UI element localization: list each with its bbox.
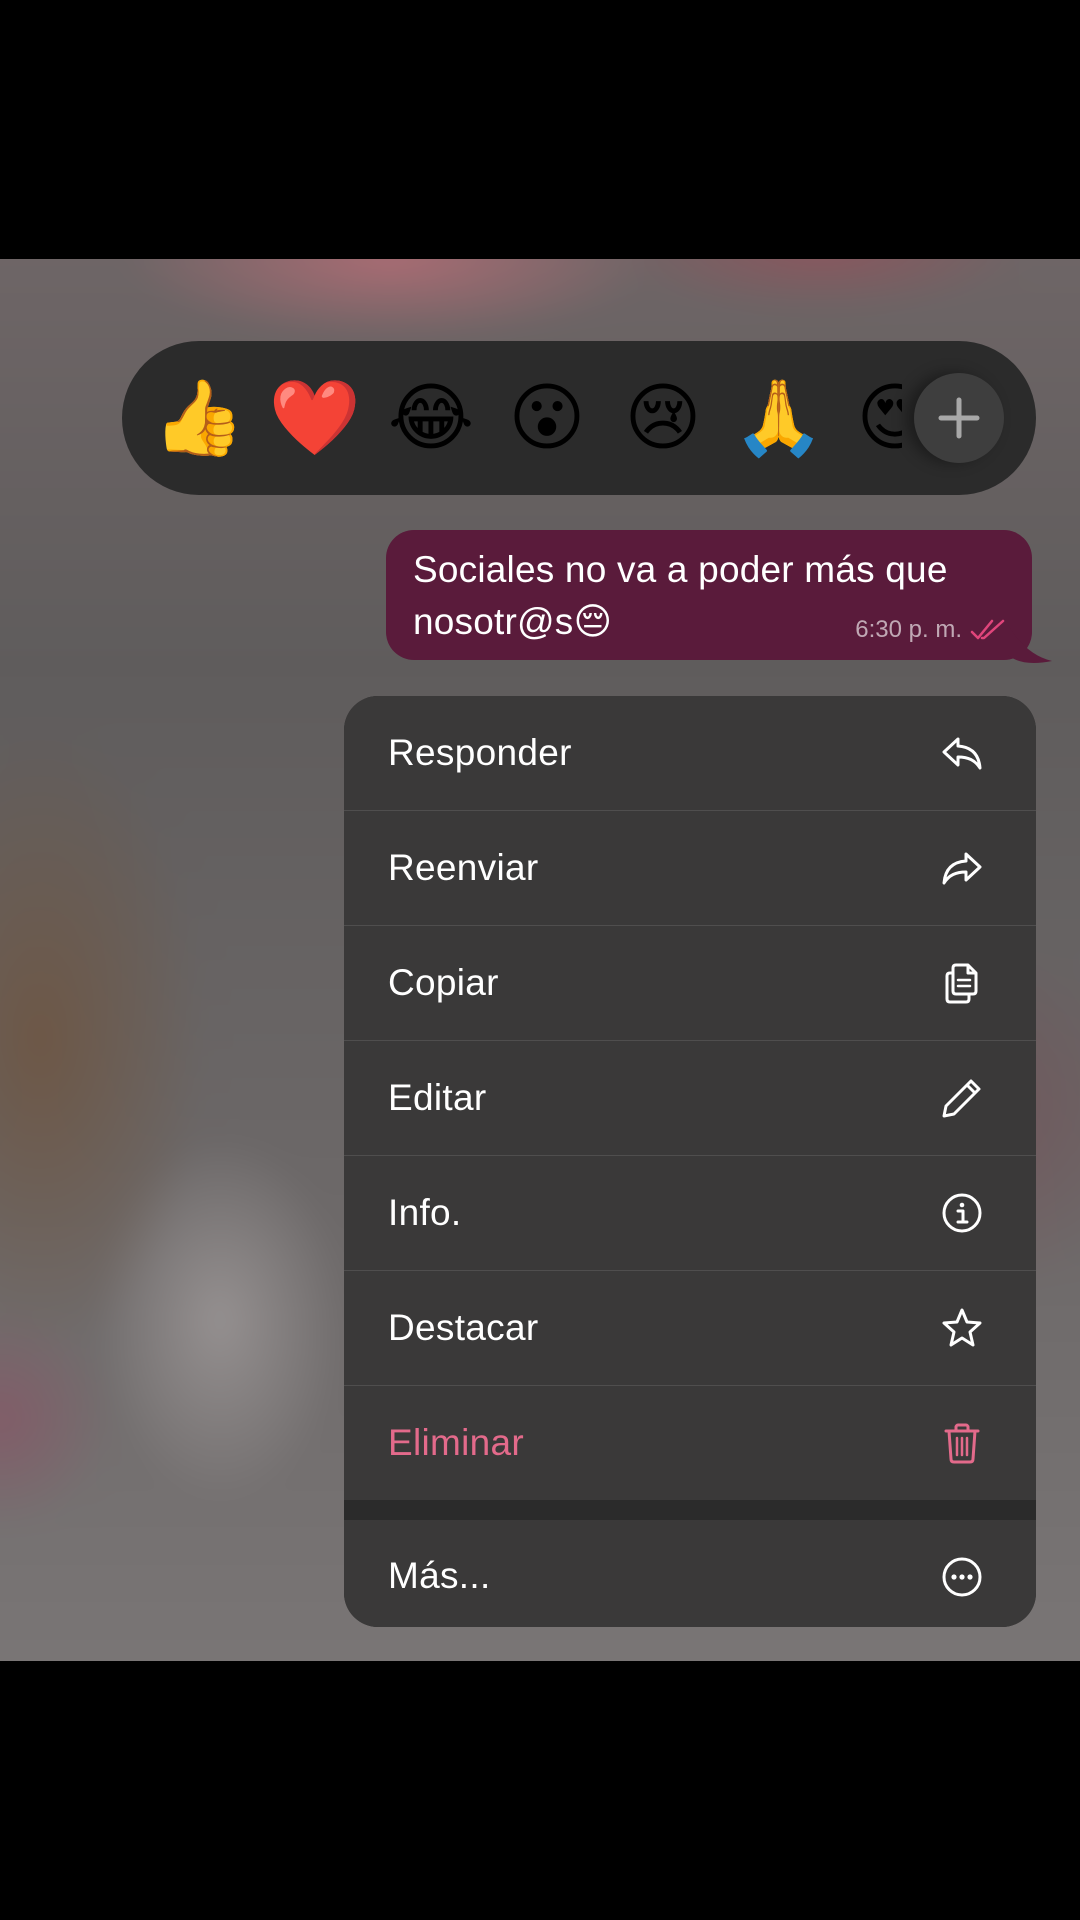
menu-item-label: Copiar	[388, 962, 499, 1003]
menu-item-label: Responder	[388, 732, 572, 773]
reaction-surprised[interactable]: 😮	[500, 371, 594, 465]
menu-item-label: Eliminar	[388, 1422, 525, 1463]
add-reaction-button[interactable]	[914, 373, 1004, 463]
menu-item-star[interactable]: Destacar	[344, 1270, 1036, 1385]
copy-icon	[945, 963, 978, 1004]
reply-icon	[942, 737, 982, 770]
menu-separator	[344, 1500, 1036, 1520]
chat-screen: 👍 ❤️ 😂 😮 😢 🙏 😍 Sociales no va a poder má…	[0, 259, 1080, 1661]
star-icon	[942, 1308, 982, 1347]
info-icon	[942, 1193, 982, 1233]
trash-icon	[944, 1423, 980, 1464]
menu-item-label: Info.	[388, 1192, 462, 1233]
reaction-heart-eyes[interactable]: 😍	[848, 371, 902, 465]
double-check-icon	[970, 619, 1005, 640]
menu-item-reply[interactable]: Responder	[344, 696, 1036, 810]
message-meta: 6:30 p. m.	[855, 616, 1006, 644]
reaction-thumbs-up[interactable]: 👍	[152, 371, 246, 465]
pencil-icon	[942, 1079, 981, 1118]
more-icon	[942, 1557, 982, 1597]
context-menu: Responder Reenviar Copiar Editar Info. D…	[344, 696, 1036, 1627]
reaction-pray[interactable]: 🙏	[732, 371, 826, 465]
menu-primary-group: Responder Reenviar Copiar Editar Info. D…	[344, 696, 1036, 1500]
menu-item-forward[interactable]: Reenviar	[344, 810, 1036, 925]
menu-item-delete[interactable]: Eliminar	[344, 1385, 1036, 1500]
menu-item-more[interactable]: Más...	[344, 1520, 1036, 1627]
message-bubble[interactable]: Sociales no va a poder más que nosotr@s😔…	[386, 530, 1032, 660]
reaction-heart[interactable]: ❤️	[268, 371, 362, 465]
menu-item-copy[interactable]: Copiar	[344, 925, 1036, 1040]
menu-item-label: Más...	[388, 1555, 491, 1596]
plus-icon	[938, 397, 980, 439]
bubble-tail	[1008, 625, 1052, 663]
menu-item-edit[interactable]: Editar	[344, 1040, 1036, 1155]
reaction-laughing[interactable]: 😂	[384, 371, 478, 465]
message-time: 6:30 p. m.	[855, 616, 962, 643]
forward-icon	[942, 852, 982, 885]
menu-item-label: Editar	[388, 1077, 487, 1118]
menu-item-label: Reenviar	[388, 847, 539, 888]
menu-item-label: Destacar	[388, 1307, 539, 1348]
reaction-list: 👍 ❤️ 😂 😮 😢 🙏 😍	[122, 341, 902, 495]
reaction-crying[interactable]: 😢	[616, 371, 710, 465]
reaction-bar: 👍 ❤️ 😂 😮 😢 🙏 😍	[122, 341, 1036, 495]
menu-item-info[interactable]: Info.	[344, 1155, 1036, 1270]
